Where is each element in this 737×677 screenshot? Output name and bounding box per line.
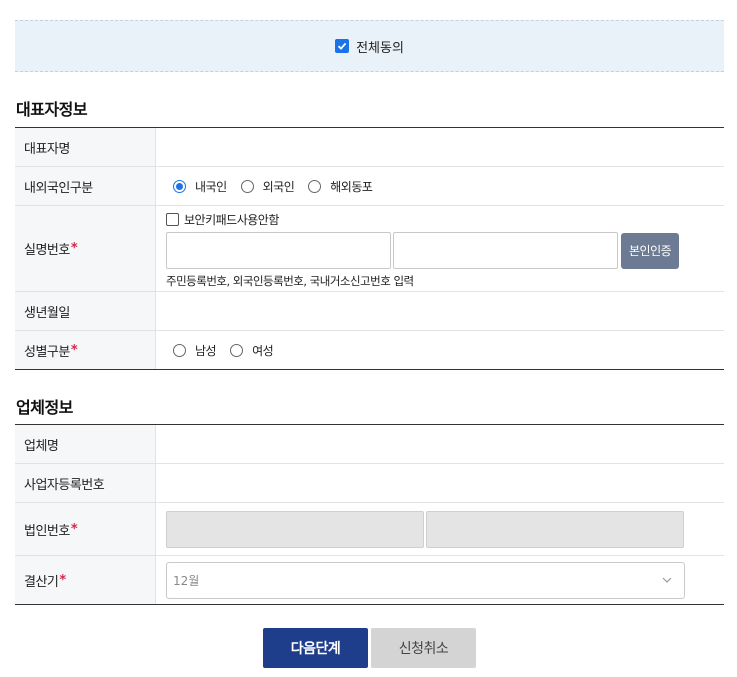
required-mark: * [70, 241, 78, 256]
id-number-part2-input[interactable] [393, 232, 618, 269]
row-fiscal-month: 결산기 * 12월 [15, 556, 724, 604]
radio-foreigner[interactable] [240, 179, 254, 193]
fiscal-month-select[interactable]: 12월 [166, 561, 685, 599]
nationality-label: 내외국인구분 [15, 167, 156, 205]
company-section-title: 업체정보 [16, 398, 73, 417]
fiscal-month-label-cell: 결산기 * [15, 556, 156, 604]
row-company-name: 업체명 [15, 425, 724, 464]
id-number-part1-input[interactable] [166, 232, 391, 269]
id-number-help: 주민등록번호, 외국인등록번호, 국내거소신고번호 입력 [166, 274, 414, 288]
secure-keypad-checkbox[interactable] [166, 213, 179, 226]
nationality-radio-group: 내국인 외국인 해외동포 [166, 178, 373, 195]
agree-all-checkbox[interactable] [335, 39, 350, 53]
agree-all-label[interactable]: 전체동의 [356, 37, 404, 56]
row-nationality: 내외국인구분 내국인 외국인 해외동포 [15, 167, 724, 206]
representative-table: 대표자명 내외국인구분 내국인 외국인 해외동포 실명번호 * 보안키패드사용안… [15, 127, 724, 370]
rep-name-label: 대표자명 [15, 128, 156, 166]
id-number-label-cell: 실명번호 * [15, 206, 156, 291]
radio-domestic[interactable] [173, 179, 186, 193]
gender-radio-group: 남성 여성 [166, 342, 274, 359]
row-id-number: 실명번호 * 보안키패드사용안함 본인인증 주민등록번호, 외국인등록번호, 국내… [15, 206, 724, 292]
row-corporate-number: 법인번호 * [15, 503, 724, 556]
gender-option-male[interactable]: 남성 [173, 342, 217, 359]
required-mark: * [70, 521, 78, 537]
corporate-number-part2-input [426, 510, 684, 548]
nationality-option-foreigner[interactable]: 외국인 [240, 178, 295, 195]
row-rep-name: 대표자명 [15, 128, 724, 167]
company-table: 업체명 사업자등록번호 법인번호 * 결산기 * 12월 [15, 424, 724, 605]
corporate-number-label: 법인번호 [24, 523, 70, 539]
business-number-label: 사업자등록번호 [15, 464, 156, 502]
representative-section-title: 대표자정보 [16, 100, 88, 119]
row-business-number: 사업자등록번호 [15, 464, 724, 503]
radio-male[interactable] [173, 343, 186, 357]
verify-identity-button[interactable]: 본인인증 [621, 232, 680, 269]
corporate-number-label-cell: 법인번호 * [15, 503, 156, 555]
row-birthdate: 생년월일 [15, 292, 724, 331]
secure-keypad-label[interactable]: 보안키패드사용안함 [184, 211, 279, 228]
radio-female[interactable] [230, 343, 244, 357]
required-mark: * [70, 342, 78, 358]
birthdate-label: 생년월일 [15, 292, 156, 330]
agree-all-banner: 전체동의 [15, 20, 724, 72]
radio-overseas[interactable] [308, 179, 322, 193]
row-gender: 성별구분 * 남성 여성 [15, 331, 724, 369]
gender-label: 성별구분 [24, 344, 70, 360]
id-number-label: 실명번호 [24, 243, 70, 258]
nationality-option-domestic[interactable]: 내국인 [173, 178, 227, 195]
corporate-number-part1-input [166, 510, 424, 548]
required-mark: * [59, 572, 66, 588]
next-step-button[interactable]: 다음단계 [263, 628, 368, 668]
cancel-application-button[interactable]: 신청취소 [371, 628, 476, 668]
fiscal-month-label: 결산기 [24, 574, 59, 590]
chevron-down-icon [662, 577, 672, 583]
company-name-label: 업체명 [15, 425, 156, 463]
gender-option-female[interactable]: 여성 [230, 342, 274, 359]
check-icon [337, 42, 347, 50]
nationality-option-overseas[interactable]: 해외동포 [308, 178, 373, 195]
fiscal-month-value: 12월 [173, 573, 200, 588]
gender-label-cell: 성별구분 * [15, 331, 156, 369]
